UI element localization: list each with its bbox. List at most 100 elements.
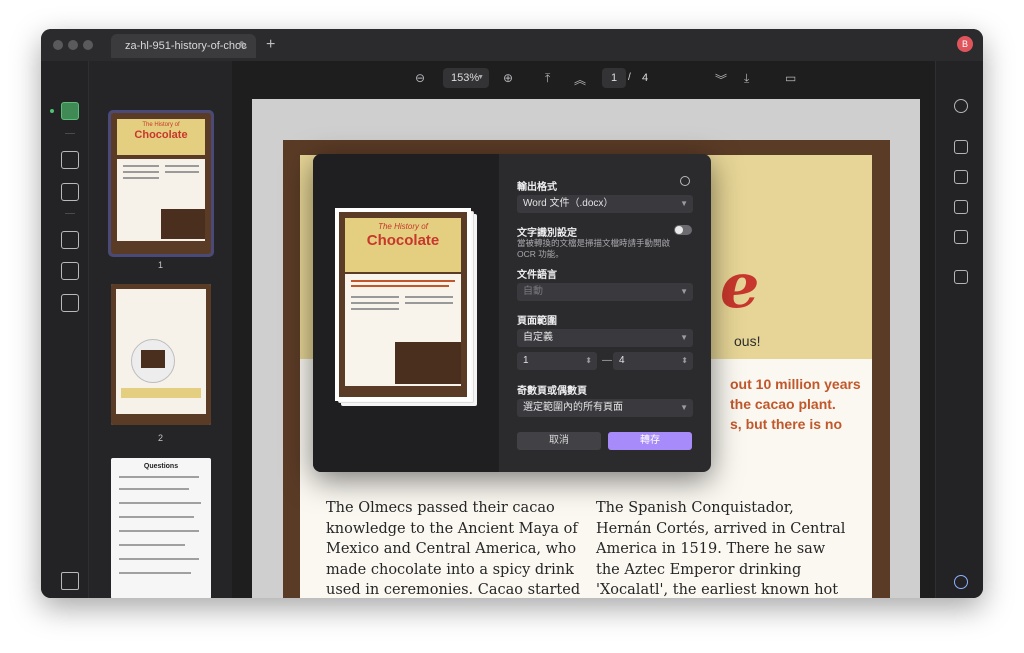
divider [65,133,75,134]
thumb-text-line [123,165,159,167]
thumbnail-number: 2 [157,433,163,443]
next-page-icon[interactable]: ︾ [715,71,727,88]
thumb-chocolate [141,350,165,368]
range-from-value: 1 [523,355,529,366]
page-separator: / [628,72,631,83]
title-bar: za-hl-951-history-of-choc ✎ + B [41,29,983,61]
body-column-right: The Spanish Conquistador, Hernán Cortés,… [596,500,846,598]
active-indicator [50,109,54,113]
zoom-out-icon[interactable]: ⊖ [415,71,425,85]
comment-icon[interactable] [61,151,79,169]
range-from-stepper[interactable]: 1 ⬍ [517,352,597,370]
thumb-text-line [119,502,201,504]
edit-icon[interactable] [61,183,79,201]
thumbnail-page-3[interactable]: Questions [111,458,211,598]
right-tool-rail [935,61,983,598]
zoom-in-icon[interactable]: ⊕ [503,71,513,85]
crop-icon[interactable] [61,262,79,280]
thumb-text-line [165,171,199,173]
page-range-value: 自定義 [523,332,553,343]
range-dash: — [602,355,612,366]
close-window-button[interactable] [53,40,63,50]
convert-icon[interactable] [61,294,79,312]
pencil-icon[interactable]: ✎ [239,34,248,58]
ocr-label: 文字識別設定 [517,228,577,239]
convert-button[interactable]: 轉存 [608,432,692,450]
language-value: 自動 [523,286,543,297]
thumb-text-line [119,516,194,518]
language-label: 文件語言 [517,270,557,281]
preview-text-line [351,285,449,287]
chevron-down-icon: ▼ [680,403,688,412]
intro-line: s, but there is no [730,416,843,432]
export-preview: The History of Chocolate [313,154,499,472]
thumb-title-2: Chocolate [134,129,188,141]
zoom-value: 153% [451,72,480,84]
subtitle-fragment: ous! [734,333,761,349]
preview-title-1: The History of [378,222,428,231]
output-format-label: 輸出格式 [517,182,557,193]
search-icon[interactable] [954,99,968,113]
ocr-toggle[interactable] [674,225,692,235]
range-to-stepper[interactable]: 4 ⬍ [613,352,693,370]
current-page-input[interactable]: 1 [602,68,626,88]
previous-page-icon[interactable]: ︽ [574,71,586,88]
total-pages: 4 [642,72,649,84]
preview-title-2: Chocolate [366,232,440,249]
document-tab[interactable]: za-hl-951-history-of-choc ✎ [111,34,256,58]
share-icon[interactable] [954,200,968,214]
plus-icon[interactable]: + [266,34,275,56]
presentation-icon[interactable]: ▭ [785,71,796,85]
intro-line: out 10 million years [730,376,861,392]
thumbnail-panel: The History of Chocolate 1 2 Questions [89,61,232,598]
thumbnail-page-1[interactable]: The History of Chocolate [108,110,214,257]
thumb-box [121,388,201,398]
ocr-hint: 當被轉換的文檔是掃描文檔時請手動開啟 OCR 功能。 [517,238,671,259]
last-page-icon[interactable]: ⤓ [744,71,749,86]
thumb-text-line [119,530,199,532]
gear-icon[interactable] [680,176,690,186]
thumb-text-line [119,476,199,478]
cancel-button[interactable]: 取消 [517,432,601,450]
export-form: 輸出格式 Word 文件（.docx） ▼ 文字識別設定 當被轉換的文檔是掃描文… [499,154,711,472]
zoom-select[interactable]: 153% ▼ [443,68,489,88]
ocr-icon[interactable] [954,140,968,154]
left-tool-rail [41,61,89,598]
chevron-down-icon: ▼ [680,199,688,208]
preview-text-line [351,308,399,310]
organize-pages-icon[interactable] [61,231,79,249]
thumb-text-line [119,572,191,574]
divider [65,213,75,214]
preview-text-line [351,296,399,298]
page-range-label: 頁面範圍 [517,316,557,327]
output-format-select[interactable]: Word 文件（.docx） ▼ [517,195,693,213]
body-column-left: The Olmecs passed their cacao knowledge … [326,500,581,598]
ai-assistant-icon[interactable] [954,575,968,589]
odd-even-label: 奇數頁或偶數頁 [517,386,587,397]
thumb-questions-title: Questions [143,463,179,470]
layers-icon[interactable] [61,572,79,590]
avatar[interactable]: B [957,36,973,52]
odd-even-select[interactable]: 選定範圍內的所有頁面 ▼ [517,399,693,417]
protect-icon[interactable] [954,170,968,184]
output-format-value: Word 文件（.docx） [523,198,614,209]
first-page-icon[interactable]: ⤒ [545,71,550,86]
mail-icon[interactable] [954,230,968,244]
range-to-value: 4 [619,355,625,366]
save-icon[interactable] [954,270,968,284]
reader-icon[interactable] [61,102,79,120]
thumbnail-page-2[interactable] [111,284,211,425]
thumb-title-1: The History of [142,122,180,128]
tab-title: za-hl-951-history-of-choc [125,40,247,52]
preview-text-line [351,280,455,282]
language-select[interactable]: 自動 ▼ [517,283,693,301]
thumb-chocolate-bar [161,209,205,239]
thumb-text-line [119,544,185,546]
preview-text-line [405,302,453,304]
intro-line: the cacao plant. [730,396,836,412]
zoom-window-button[interactable] [83,40,93,50]
title-fragment: e [720,249,760,322]
page-range-select[interactable]: 自定義 ▼ [517,329,693,347]
preview-chocolate-bar [395,342,461,384]
minimize-window-button[interactable] [68,40,78,50]
